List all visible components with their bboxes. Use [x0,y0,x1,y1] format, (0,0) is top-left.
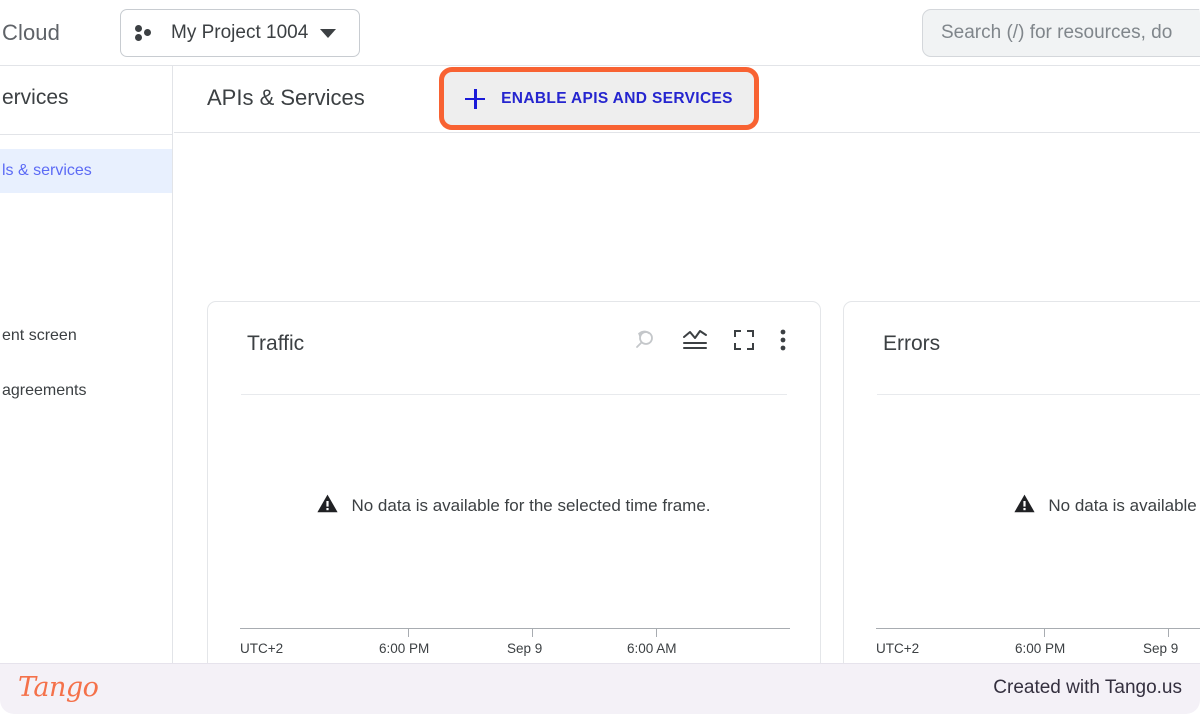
sidebar-item-enabled-apis-services[interactable]: ls & services [0,149,172,193]
card-divider [241,394,787,395]
empty-state: No data is available for the selected ti… [208,494,820,518]
x-tick-label: 6:00 PM [1015,641,1066,656]
x-tick-label: UTC+2 [240,641,284,656]
card-actions [633,328,786,352]
x-tick-label: UTC+2 [876,641,920,656]
empty-state: No data is available for the sele [844,494,1200,518]
sidebar-item-consent-screen[interactable]: ent screen [0,314,172,358]
x-tick-label: 6:00 PM [379,641,430,656]
sidebar-divider [0,134,172,135]
top-bar: Cloud My Project 1004 Search (/) for res… [0,0,1200,66]
warning-icon [1014,494,1035,518]
x-tick-label: Sep 9 [1143,641,1179,656]
plus-icon [465,88,486,109]
chart-x-ticks [208,628,820,638]
errors-card: Errors No data is available for the sele… [843,301,1200,663]
sidebar-item-label: agreements [2,382,87,399]
warning-icon [317,494,339,518]
page-header: APIs & Services ENABLE APIS AND SERVICES [174,66,1200,133]
x-tick-label: Sep 9 [507,641,543,656]
enable-apis-and-services-button[interactable]: ENABLE APIS AND SERVICES [439,67,759,130]
sidebar: ervices ls & services ent screen agreeme… [0,66,173,663]
project-name-label: My Project 1004 [171,22,309,43]
sidebar-item-agreements[interactable]: agreements [0,369,172,413]
tango-footer: Tango Created with Tango.us [0,663,1200,714]
traffic-card: Traffic No data is available for the sel… [207,301,821,663]
reset-zoom-icon[interactable] [633,328,657,352]
project-selector[interactable]: My Project 1004 [120,9,360,57]
chart-lines-icon[interactable] [682,329,708,351]
sidebar-item-label: ent screen [2,327,77,344]
google-cloud-brand[interactable]: Cloud [2,20,60,46]
empty-state-message: No data is available for the sele [1048,496,1200,515]
project-dots-icon [135,23,157,43]
more-options-icon[interactable] [780,328,786,352]
search-placeholder: Search (/) for resources, do [941,22,1173,43]
tango-credit-label: Created with Tango.us [993,677,1182,698]
x-tick-label: 6:00 AM [627,641,677,656]
main-content: APIs & Services ENABLE APIS AND SERVICES… [174,66,1200,663]
fullscreen-icon[interactable] [733,329,755,351]
card-title: Traffic [247,332,305,355]
card-title: Errors [883,332,941,355]
page-title: APIs & Services [207,85,365,110]
sidebar-title: ervices [2,86,69,109]
chevron-down-icon [320,28,337,38]
chart-x-tick-labels: UTC+2 6:00 PM Sep 9 6:00 AM [208,641,820,659]
screenshot-root: Cloud My Project 1004 Search (/) for res… [0,0,1200,714]
empty-state-message: No data is available for the selected ti… [351,496,711,515]
tango-logo: Tango [18,672,99,703]
search-input[interactable]: Search (/) for resources, do [922,9,1200,57]
card-divider [877,394,1200,395]
enable-apis-button-label: ENABLE APIS AND SERVICES [501,89,733,107]
chart-x-tick-labels: UTC+2 6:00 PM Sep 9 6:00 AM [844,641,1200,659]
sidebar-item-label: ls & services [2,162,92,179]
chart-x-ticks [844,628,1200,638]
